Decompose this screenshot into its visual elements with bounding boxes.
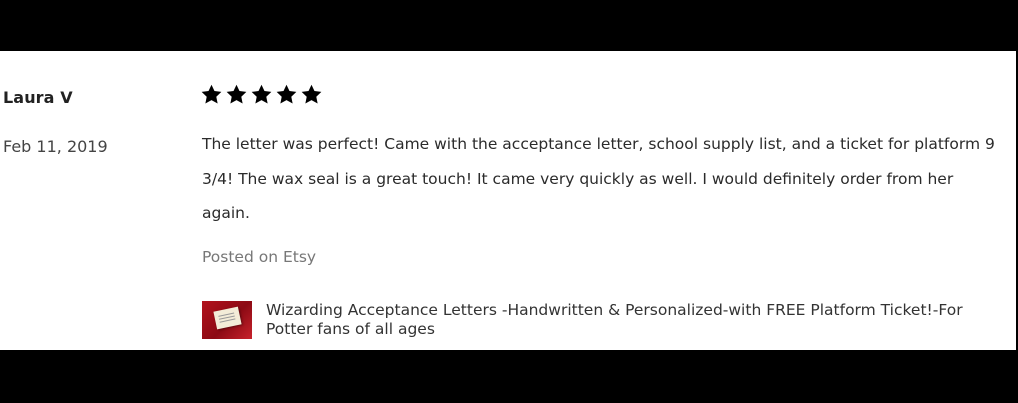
listing-link[interactable]: Wizarding Acceptance Letters -Handwritte… xyxy=(202,301,1002,339)
star-filled-icon xyxy=(226,84,247,104)
star-filled-icon xyxy=(201,84,222,104)
posted-on-label: Posted on Etsy xyxy=(202,248,317,266)
star-filled-icon xyxy=(301,84,322,104)
star-filled-icon xyxy=(251,84,272,104)
reviewer-name[interactable]: Laura V xyxy=(3,88,73,107)
letter-image xyxy=(213,306,242,330)
review-date: Feb 11, 2019 xyxy=(3,137,108,156)
star-rating xyxy=(200,83,323,106)
review-card: Laura V Feb 11, 2019 The letter was perf… xyxy=(0,51,1016,350)
review-text: The letter was perfect! Came with the ac… xyxy=(202,135,995,222)
listing-thumbnail[interactable] xyxy=(202,301,252,339)
listing-title[interactable]: Wizarding Acceptance Letters -Handwritte… xyxy=(266,301,1002,339)
star-filled-icon xyxy=(276,84,297,104)
page: Laura V Feb 11, 2019 The letter was perf… xyxy=(0,0,1018,403)
